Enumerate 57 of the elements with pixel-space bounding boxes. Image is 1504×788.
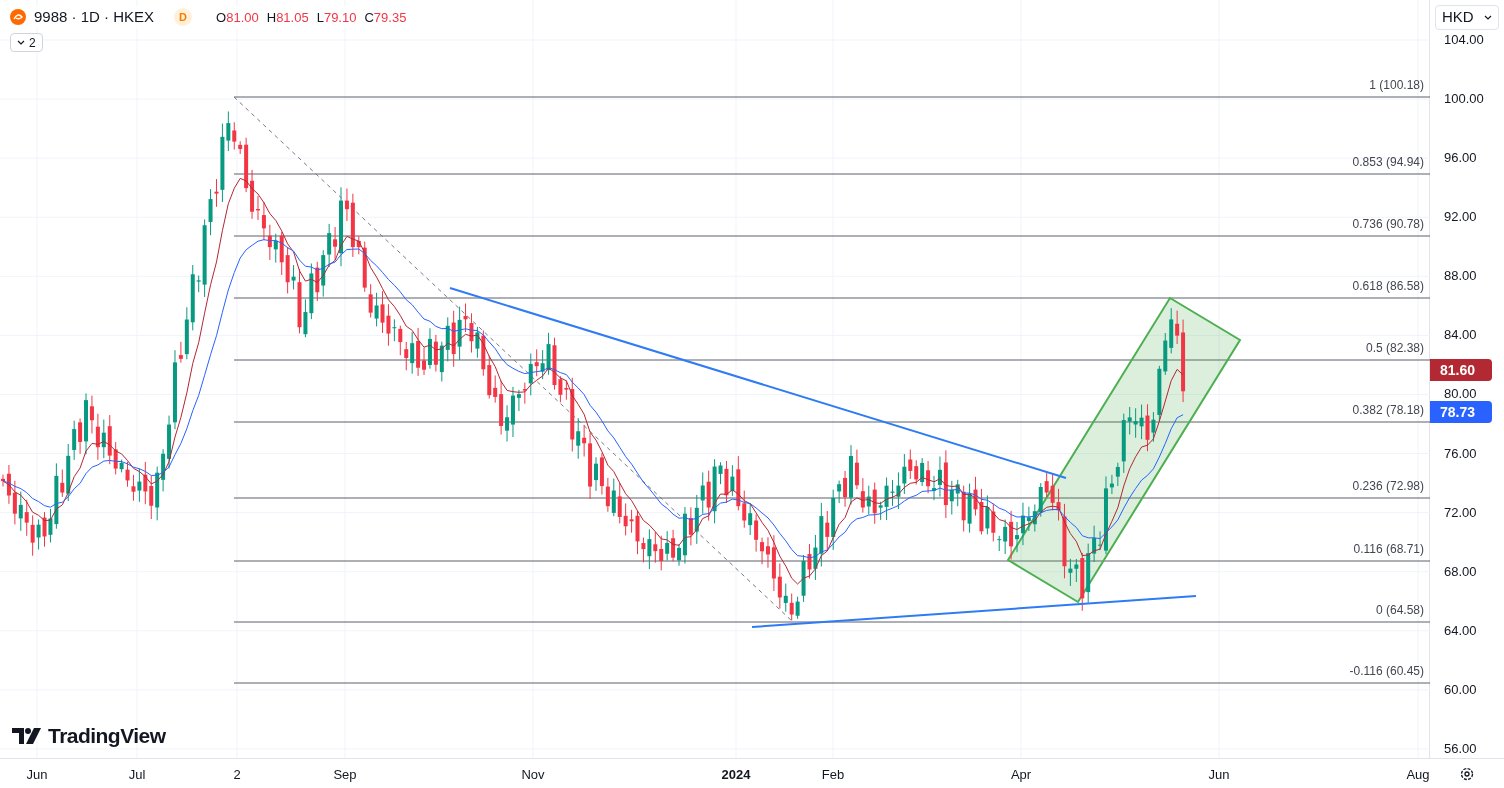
price-tick-label: 64.00 bbox=[1444, 622, 1477, 639]
ohlc-value: L79.10 bbox=[316, 8, 357, 27]
price-badge: 81.60 bbox=[1430, 359, 1492, 381]
fibonacci-level-line[interactable] bbox=[233, 497, 1430, 499]
ohlc-value: O81.00 bbox=[216, 8, 259, 27]
time-tick-label: 2 bbox=[233, 766, 241, 784]
settings-icon[interactable] bbox=[1459, 765, 1475, 782]
fibonacci-level-label: 0.736 (90.78) bbox=[1352, 217, 1424, 231]
fibonacci-level-label: 0 (64.58) bbox=[1375, 603, 1424, 617]
fibonacci-level-line[interactable] bbox=[233, 560, 1430, 562]
price-tick-label: 56.00 bbox=[1444, 740, 1477, 757]
trend-line[interactable] bbox=[751, 595, 1197, 628]
time-tick-label: Nov bbox=[521, 766, 545, 784]
fibonacci-level-label: 0.116 (68.71) bbox=[1353, 542, 1424, 556]
price-tick-label: 92.00 bbox=[1444, 209, 1477, 226]
chevron-down-icon bbox=[17, 39, 25, 46]
trend-line[interactable] bbox=[449, 287, 1067, 479]
price-tick-label: 100.00 bbox=[1444, 91, 1484, 108]
time-tick-label: Aug bbox=[1406, 766, 1430, 784]
fibonacci-level-label: 0.382 (78.18) bbox=[1352, 403, 1424, 417]
price-tick-label: 88.00 bbox=[1444, 268, 1477, 285]
price-tick-label: 60.00 bbox=[1444, 681, 1477, 698]
time-tick-label: Sep bbox=[333, 766, 357, 784]
tradingview-logo-icon bbox=[12, 725, 42, 746]
fibonacci-level-label: 1 (100.18) bbox=[1369, 78, 1424, 92]
price-tick-label: 84.00 bbox=[1444, 327, 1477, 344]
fibonacci-level-label: 0.853 (94.94) bbox=[1352, 155, 1424, 169]
price-tick-label: 104.00 bbox=[1444, 32, 1484, 48]
fibonacci-level-label: 0.5 (82.38) bbox=[1365, 341, 1424, 355]
fibonacci-trend-line[interactable] bbox=[233, 96, 794, 623]
ohlc-value: H81.05 bbox=[266, 8, 309, 27]
indicators-toggle[interactable]: 2 bbox=[10, 33, 43, 52]
fibonacci-level-line[interactable] bbox=[233, 359, 1430, 361]
symbol-title: 9988 · 1D · HKEX bbox=[34, 7, 155, 27]
time-tick-label: Jun bbox=[26, 766, 48, 784]
fibonacci-level-label: 0.236 (72.98) bbox=[1352, 479, 1424, 493]
fibonacci-level-line[interactable] bbox=[233, 421, 1430, 423]
chevron-down-icon bbox=[1484, 14, 1492, 21]
time-tick-label: Jun bbox=[1208, 766, 1230, 784]
time-tick-label: Jul bbox=[128, 766, 146, 784]
time-tick-label: Apr bbox=[1010, 766, 1032, 784]
price-tick-label: 76.00 bbox=[1444, 445, 1477, 462]
currency-dropdown[interactable]: HKD bbox=[1435, 5, 1499, 30]
time-tick-label: 2024 bbox=[721, 766, 751, 784]
price-tick-label: 68.00 bbox=[1444, 563, 1477, 580]
price-tick-label: 96.00 bbox=[1444, 150, 1477, 167]
ohlc-value: C79.35 bbox=[364, 8, 407, 27]
fibonacci-level-line[interactable] bbox=[233, 682, 1430, 684]
price-tick-label: 80.00 bbox=[1444, 386, 1477, 403]
time-tick-label: Feb bbox=[821, 766, 845, 784]
price-badge: 78.73 bbox=[1430, 401, 1492, 423]
price-tick-label: 72.00 bbox=[1444, 504, 1477, 521]
fibonacci-level-line[interactable] bbox=[233, 235, 1430, 237]
fibonacci-level-label: -0.116 (60.45) bbox=[1349, 664, 1424, 678]
brand-wordmark: TradingView bbox=[48, 723, 166, 749]
parallel-channel[interactable] bbox=[1006, 296, 1242, 604]
fibonacci-level-label: 0.618 (86.58) bbox=[1352, 279, 1424, 293]
